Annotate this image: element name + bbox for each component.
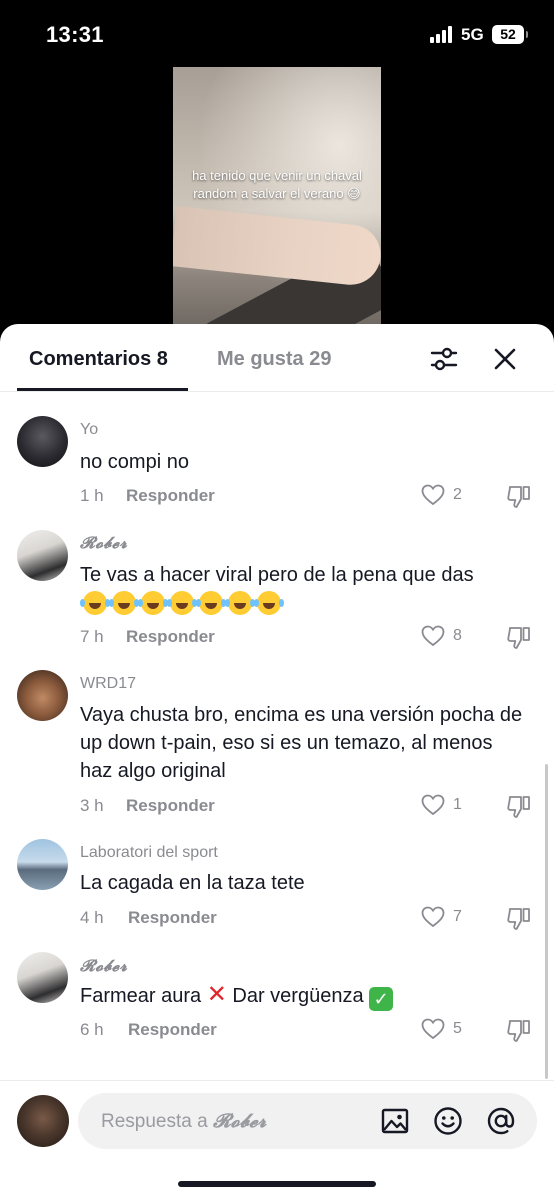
reply-button[interactable]: Responder xyxy=(128,908,217,928)
thumbs-down-icon[interactable] xyxy=(506,1019,532,1043)
reply-button[interactable]: Responder xyxy=(128,1020,217,1040)
thumbs-down-icon[interactable] xyxy=(506,795,532,819)
reply-input[interactable]: Respuesta a 𝓡𝓸𝓫𝓮𝓻 xyxy=(78,1093,537,1149)
tab-comments[interactable]: Comentarios 8 xyxy=(29,348,168,371)
emoji-line xyxy=(80,591,530,620)
video-caption: ha tenido que venir un chaval random a s… xyxy=(192,168,362,201)
laughing-emoji-icon xyxy=(80,591,107,615)
comment-text: Te vas a hacer viral pero de la pena que… xyxy=(80,561,530,620)
reply-button[interactable]: Responder xyxy=(126,486,215,506)
comment-username[interactable]: Laboratori del sport xyxy=(80,844,218,862)
like-button[interactable]: 2 xyxy=(421,484,469,508)
avatar[interactable] xyxy=(17,839,68,890)
comment-meta: 7 h Responder xyxy=(80,627,215,647)
laughing-emoji-icon xyxy=(167,591,194,615)
comment-meta: 4 h Responder xyxy=(80,908,217,928)
tab-bar: Comentarios 8 Me gusta 29 xyxy=(0,324,554,392)
check-mark-emoji-icon: ✓ xyxy=(369,987,394,1011)
reply-bar: Respuesta a 𝓡𝓸𝓫𝓮𝓻 xyxy=(0,1080,554,1199)
at-icon[interactable] xyxy=(486,1106,516,1136)
signal-icon xyxy=(430,26,454,43)
like-button[interactable]: 7 xyxy=(421,906,469,930)
home-indicator xyxy=(178,1181,376,1187)
like-button[interactable]: 5 xyxy=(421,1018,469,1042)
comment-username[interactable]: WRD17 xyxy=(80,675,136,693)
avatar xyxy=(17,1095,69,1147)
comment-time: 7 h xyxy=(80,627,104,646)
thumbs-down-icon[interactable] xyxy=(506,485,532,509)
status-time: 13:31 xyxy=(46,22,104,47)
tab-likes[interactable]: Me gusta 29 xyxy=(217,348,331,371)
smiley-icon[interactable] xyxy=(433,1106,463,1136)
avatar[interactable] xyxy=(17,670,68,721)
comment-meta: 6 h Responder xyxy=(80,1020,217,1040)
image-icon[interactable] xyxy=(380,1106,410,1136)
like-count: 5 xyxy=(453,1020,462,1037)
battery-icon: 52 xyxy=(492,25,528,44)
comment-username[interactable]: 𝓡𝓸𝓫𝓮𝓻 xyxy=(80,533,127,553)
heart-icon xyxy=(421,794,445,816)
comment-meta: 3 h Responder xyxy=(80,796,215,816)
like-count: 2 xyxy=(453,486,462,503)
reply-placeholder: Respuesta a 𝓡𝓸𝓫𝓮𝓻 xyxy=(101,1110,267,1132)
comment-username[interactable]: 𝓡𝓸𝓫𝓮𝓻 xyxy=(80,956,127,976)
comment-time: 6 h xyxy=(80,1020,104,1039)
like-count: 8 xyxy=(453,627,462,644)
reply-button[interactable]: Responder xyxy=(126,627,215,647)
laughing-emoji-icon xyxy=(254,591,281,615)
avatar[interactable] xyxy=(17,416,68,467)
laughing-emoji-icon xyxy=(225,591,252,615)
laughing-emoji-icon xyxy=(138,591,165,615)
comment-time: 4 h xyxy=(80,908,104,927)
thumbs-down-icon[interactable] xyxy=(506,626,532,650)
active-tab-indicator xyxy=(17,388,188,391)
comment-text: Farmear aura ✕ Dar vergüenza ✓ xyxy=(80,981,530,1011)
comment-username[interactable]: Yo xyxy=(80,421,98,439)
status-bar: 13:31 5G 52 xyxy=(0,0,554,66)
comment-text: no compi no xyxy=(80,451,189,473)
like-button[interactable]: 8 xyxy=(421,625,469,649)
close-icon[interactable] xyxy=(492,346,518,372)
filter-sliders-icon[interactable] xyxy=(430,346,458,372)
scrollbar[interactable] xyxy=(545,764,548,1079)
heart-icon xyxy=(421,906,445,928)
like-count: 7 xyxy=(453,908,462,925)
cross-mark-emoji-icon: ✕ xyxy=(206,981,227,1008)
avatar[interactable] xyxy=(17,530,68,581)
avatar[interactable] xyxy=(17,952,68,1003)
laughing-emoji-icon xyxy=(109,591,136,615)
comment-time: 3 h xyxy=(80,796,104,815)
comment-text: La cagada en la taza tete xyxy=(80,872,305,894)
comments-sheet: Comentarios 8 Me gusta 29 Yo no compi no… xyxy=(0,324,554,1199)
video-thumbnail[interactable]: ha tenido que venir un chaval random a s… xyxy=(173,67,381,329)
heart-icon xyxy=(421,1018,445,1040)
like-button[interactable]: 1 xyxy=(421,794,469,818)
like-count: 1 xyxy=(453,796,462,813)
comment-meta: 1 h Responder xyxy=(80,486,215,506)
network-type: 5G xyxy=(461,25,484,44)
heart-icon xyxy=(421,625,445,647)
laughing-emoji-icon xyxy=(196,591,223,615)
comment-time: 1 h xyxy=(80,486,104,505)
thumbs-down-icon[interactable] xyxy=(506,907,532,931)
comment-text: Vaya chusta bro, encima es una versión p… xyxy=(80,704,523,782)
heart-icon xyxy=(421,484,445,506)
reply-button[interactable]: Responder xyxy=(126,796,215,816)
